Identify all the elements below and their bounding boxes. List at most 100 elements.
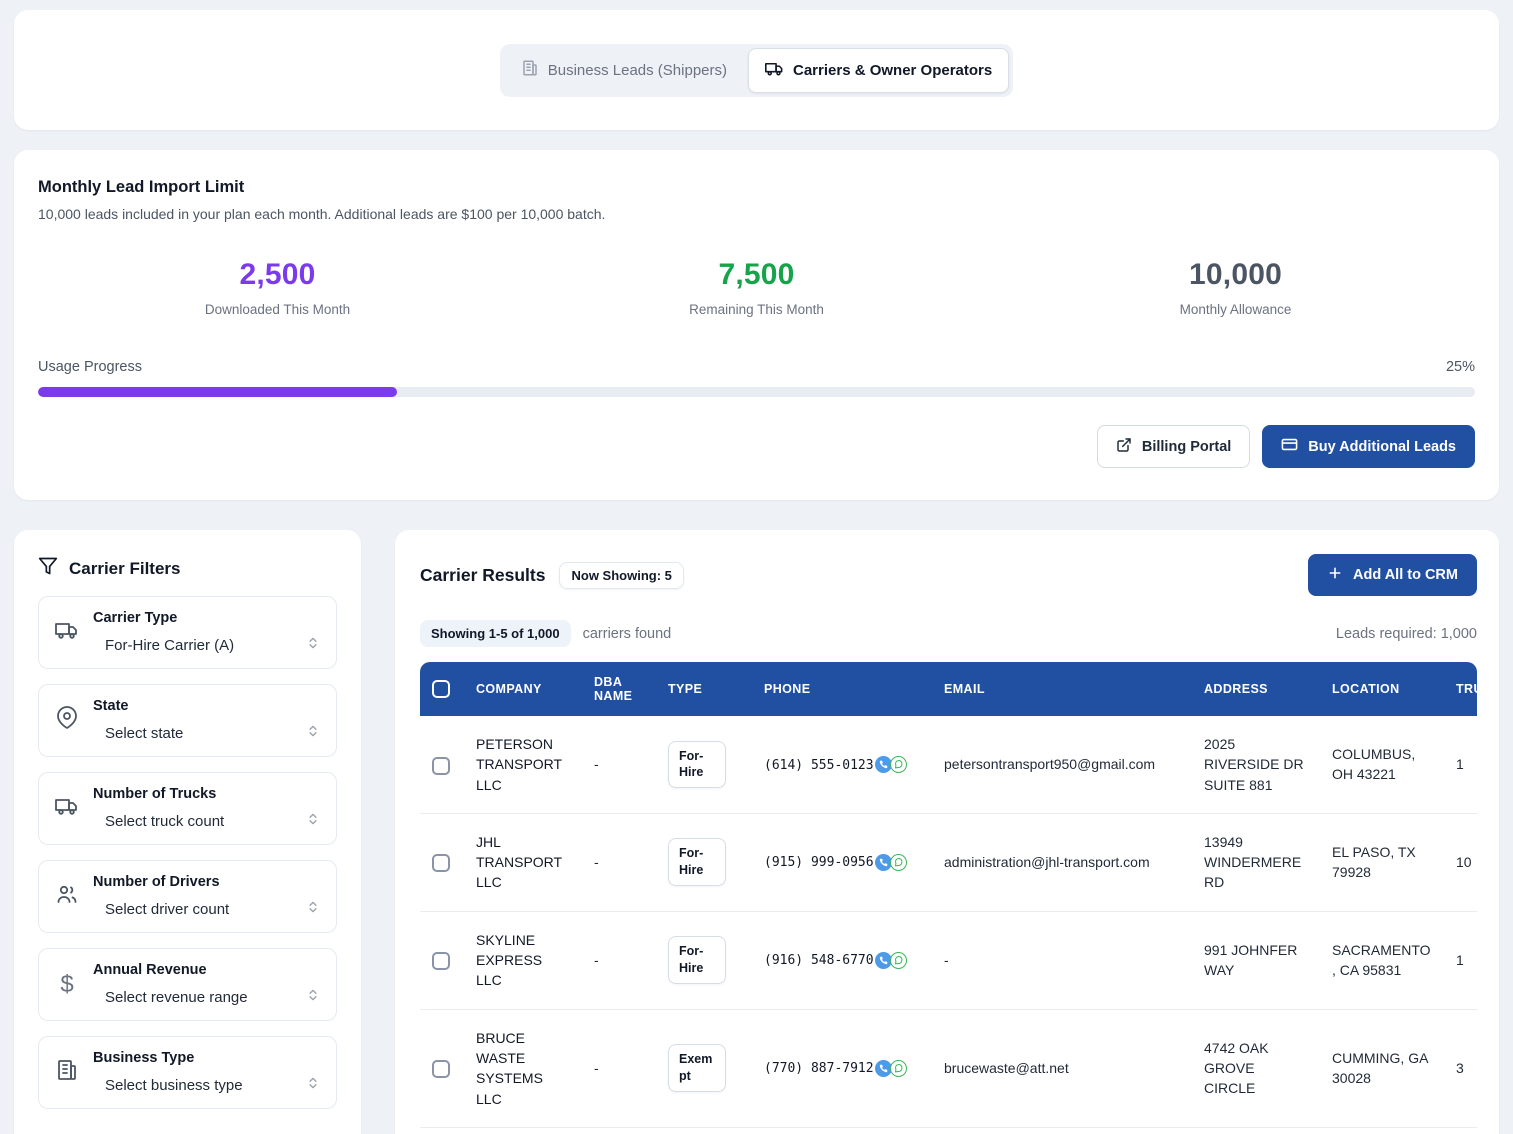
chevron-up-down-icon (306, 724, 320, 743)
trucks-cell: 1 (1444, 1127, 1477, 1134)
filter-number-of-trucks-body: Number of Trucks Select truck count (93, 786, 320, 831)
whatsapp-icon[interactable] (890, 1060, 907, 1077)
table-row: BRUCE WASTE SYSTEMS LLC - Exempt (770) 8… (420, 1009, 1477, 1127)
tab-carriers-label: Carriers & Owner Operators (793, 62, 992, 79)
filter-carrier-type-label: Carrier Type (93, 610, 320, 626)
column-location: LOCATION (1320, 662, 1444, 716)
phone-number: (916) 548-6770 (764, 953, 874, 968)
results-table: COMPANY DBA NAME TYPE PHONE EMAIL ADDRES… (420, 662, 1477, 1134)
results-table-container: COMPANY DBA NAME TYPE PHONE EMAIL ADDRES… (420, 662, 1477, 1134)
building-icon (521, 59, 539, 81)
buy-additional-leads-label: Buy Additional Leads (1308, 439, 1456, 455)
company-cell: UNITED STONE LLC (464, 1127, 582, 1134)
results-title-wrap: Carrier Results Now Showing: 5 (420, 562, 684, 589)
trucks-cell: 1 (1444, 716, 1477, 813)
row-checkbox[interactable] (432, 854, 450, 872)
truck-icon (55, 618, 79, 647)
address-cell: 13949 WINDERMERE RD (1192, 813, 1320, 911)
chevron-up-down-icon (306, 812, 320, 831)
usage-buttons-row: Billing Portal Buy Additional Leads (38, 425, 1475, 468)
filter-carrier-type-value: For-Hire Carrier (A) (105, 637, 234, 654)
filter-carrier-type-select[interactable]: For-Hire Carrier (A) (93, 636, 320, 655)
usage-progress-labels: Usage Progress 25% (38, 359, 1475, 375)
usage-progress-percent: 25% (1446, 359, 1475, 375)
filter-number-of-drivers-select[interactable]: Select driver count (93, 900, 320, 919)
tab-carriers[interactable]: Carriers & Owner Operators (748, 48, 1009, 93)
results-title: Carrier Results (420, 565, 545, 586)
dba-cell: - (582, 911, 656, 1009)
location-cell: CUMMING, GA 30028 (1320, 1009, 1444, 1127)
buy-additional-leads-button[interactable]: Buy Additional Leads (1262, 425, 1475, 468)
filter-annual-revenue[interactable]: $ Annual Revenue Select revenue range (38, 948, 337, 1021)
company-cell: JHL TRANSPORT LLC (464, 813, 582, 911)
column-address: ADDRESS (1192, 662, 1320, 716)
row-checkbox[interactable] (432, 952, 450, 970)
carrier-filters-header: Carrier Filters (38, 556, 337, 581)
stat-allowance: 10,000 Monthly Allowance (996, 258, 1475, 317)
tab-business-leads[interactable]: Business Leads (Shippers) (504, 48, 744, 93)
truck-icon (765, 59, 784, 82)
phone-cell: (770) 887-7912 (752, 1009, 932, 1127)
phone-cell: (916) 548-6770 (752, 911, 932, 1009)
chevron-up-down-icon (306, 900, 320, 919)
whatsapp-icon[interactable] (890, 952, 907, 969)
address-cell: 2025 RIVERSIDE DR SUITE 881 (1192, 716, 1320, 813)
dba-cell: - (582, 1127, 656, 1134)
table-row: JHL TRANSPORT LLC - For-Hire (915) 999-0… (420, 813, 1477, 911)
location-cell: WHITWELL, TN 37397 (1320, 1127, 1444, 1134)
chevron-up-down-icon (306, 988, 320, 1007)
filter-number-of-trucks-select[interactable]: Select truck count (93, 812, 320, 831)
address-cell: 991 JOHNFER WAY (1192, 911, 1320, 1009)
now-showing-badge: Now Showing: 5 (559, 562, 683, 589)
column-dba-name: DBA NAME (582, 662, 656, 716)
trucks-cell: 3 (1444, 1009, 1477, 1127)
filter-state-select[interactable]: Select state (93, 724, 320, 743)
carrier-filters-panel: Carrier Filters Carrier Type For-Hire Ca… (14, 530, 361, 1134)
filter-state-value: Select state (105, 725, 183, 742)
company-cell: SKYLINE EXPRESS LLC (464, 911, 582, 1009)
funnel-icon (38, 556, 58, 581)
results-header: Carrier Results Now Showing: 5 Add All t… (420, 554, 1477, 596)
tab-business-leads-label: Business Leads (Shippers) (548, 62, 727, 79)
filter-business-type[interactable]: Business Type Select business type (38, 1036, 337, 1109)
billing-portal-button[interactable]: Billing Portal (1097, 425, 1250, 468)
filter-business-type-label: Business Type (93, 1050, 320, 1066)
phone-actions (875, 952, 907, 969)
table-header-row: COMPANY DBA NAME TYPE PHONE EMAIL ADDRES… (420, 662, 1477, 716)
filter-number-of-drivers[interactable]: Number of Drivers Select driver count (38, 860, 337, 933)
stat-downloaded: 2,500 Downloaded This Month (38, 258, 517, 317)
trucks-cell: 1 (1444, 911, 1477, 1009)
whatsapp-icon[interactable] (890, 756, 907, 773)
table-row: PETERSON TRANSPORT LLC - For-Hire (614) … (420, 716, 1477, 813)
email-cell: administration@jhl-transport.com (932, 813, 1192, 911)
table-row: UNITED STONE LLC - For-Hire (423) 658-83… (420, 1127, 1477, 1134)
carrier-filters-title: Carrier Filters (69, 559, 181, 579)
select-all-checkbox[interactable] (432, 680, 450, 698)
stat-downloaded-label: Downloaded This Month (38, 302, 517, 317)
phone-actions (875, 756, 907, 773)
filter-state[interactable]: State Select state (38, 684, 337, 757)
whatsapp-icon[interactable] (890, 854, 907, 871)
dba-cell: - (582, 813, 656, 911)
filter-number-of-trucks-value: Select truck count (105, 813, 224, 830)
filter-business-type-body: Business Type Select business type (93, 1050, 320, 1095)
phone-cell: (614) 555-0123 (752, 716, 932, 813)
row-checkbox[interactable] (432, 1060, 450, 1078)
filter-annual-revenue-select[interactable]: Select revenue range (93, 988, 320, 1007)
add-all-to-crm-button[interactable]: Add All to CRM (1308, 554, 1477, 596)
row-checkbox[interactable] (432, 757, 450, 775)
external-link-icon (1116, 437, 1132, 457)
email-cell: - (932, 911, 1192, 1009)
phone-actions (875, 854, 907, 871)
dba-cell: - (582, 716, 656, 813)
filter-number-of-drivers-body: Number of Drivers Select driver count (93, 874, 320, 919)
filter-number-of-trucks-label: Number of Trucks (93, 786, 320, 802)
chevron-up-down-icon (306, 1076, 320, 1095)
usage-progress-track (38, 387, 1475, 397)
billing-portal-label: Billing Portal (1142, 439, 1231, 455)
filter-carrier-type[interactable]: Carrier Type For-Hire Carrier (A) (38, 596, 337, 669)
email-cell: unitedstonellc@gmail.com (932, 1127, 1192, 1134)
stat-allowance-value: 10,000 (996, 258, 1475, 292)
filter-business-type-select[interactable]: Select business type (93, 1076, 320, 1095)
filter-number-of-trucks[interactable]: Number of Trucks Select truck count (38, 772, 337, 845)
